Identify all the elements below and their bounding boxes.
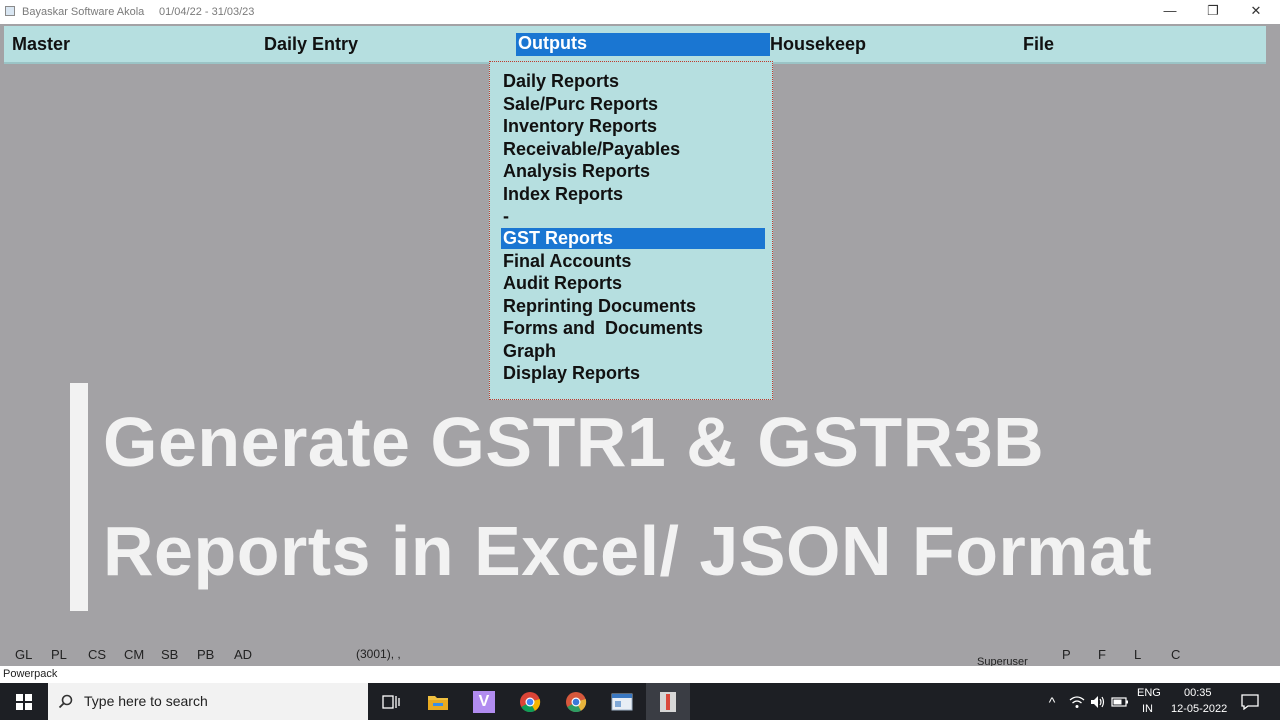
shortcut-cs[interactable]: CS xyxy=(88,647,106,662)
shortcut-pb[interactable]: PB xyxy=(197,647,214,662)
caption-line-2: Reports in Excel/ JSON Format xyxy=(103,512,1153,590)
menu-master[interactable]: Master xyxy=(12,34,70,54)
menu-outputs[interactable]: Outputs xyxy=(516,33,770,56)
status-bottom-bar: Powerpack xyxy=(0,666,1280,683)
menu-item-audit-reports[interactable]: Audit Reports xyxy=(501,273,765,294)
task-view-icon[interactable] xyxy=(372,683,410,720)
menu-daily-entry[interactable]: Daily Entry xyxy=(264,34,358,54)
menu-item-final-accounts[interactable]: Final Accounts xyxy=(501,251,765,272)
shortcut-cm[interactable]: CM xyxy=(124,647,144,662)
caption-accent-bar xyxy=(70,383,88,611)
shortcut-pl[interactable]: PL xyxy=(51,647,67,662)
menu-item-display-reports[interactable]: Display Reports xyxy=(501,363,765,384)
menu-item-reprinting-documents[interactable]: Reprinting Documents xyxy=(501,296,765,317)
windows-taskbar: Type here to search V ^ ENG IN 00:35 12-… xyxy=(0,683,1280,720)
tray-chevron-up-icon[interactable]: ^ xyxy=(1044,683,1060,720)
file-explorer-icon[interactable] xyxy=(418,683,458,720)
caption-line-1: Generate GSTR1 & GSTR3B xyxy=(103,403,1045,481)
clock-date[interactable]: 12-05-2022 xyxy=(1171,703,1227,715)
shortcut-gl[interactable]: GL xyxy=(15,647,32,662)
app-icon xyxy=(5,6,15,16)
restore-button[interactable]: ❐ xyxy=(1193,2,1233,22)
shortcut-ad[interactable]: AD xyxy=(234,647,252,662)
status-code: (3001), , xyxy=(356,647,401,661)
menu-item-receivable-payables[interactable]: Receivable/Payables xyxy=(501,139,765,160)
flag-p: P xyxy=(1062,647,1071,662)
window-title: Bayaskar Software Akola xyxy=(22,6,145,18)
menu-item-analysis-reports[interactable]: Analysis Reports xyxy=(501,161,765,182)
search-placeholder: Type here to search xyxy=(84,693,208,709)
volume-icon[interactable] xyxy=(1088,683,1108,720)
main-menubar: Master Daily Entry Outputs Housekeep Fil… xyxy=(4,26,1266,64)
menu-item-gst-reports[interactable]: GST Reports xyxy=(501,228,765,249)
window-titlebar: Bayaskar Software Akola 01/04/22 - 31/03… xyxy=(0,0,1280,24)
minimize-button[interactable]: — xyxy=(1150,2,1190,22)
shortcut-sb[interactable]: SB xyxy=(161,647,178,662)
flag-f: F xyxy=(1098,647,1106,662)
financial-year-range: 01/04/22 - 31/03/23 xyxy=(159,6,255,18)
menu-separator: - xyxy=(503,206,509,226)
chrome-canary-icon[interactable] xyxy=(556,683,596,720)
clock-time[interactable]: 00:35 xyxy=(1184,687,1212,699)
menu-file[interactable]: File xyxy=(1023,34,1054,54)
outputs-dropdown: Daily Reports Sale/Purc Reports Inventor… xyxy=(489,61,773,400)
notification-icon[interactable] xyxy=(1234,683,1266,720)
menu-housekeep[interactable]: Housekeep xyxy=(770,34,866,54)
menu-item-forms-and-documents[interactable]: Forms and Documents xyxy=(501,318,765,339)
menu-item-index-reports[interactable]: Index Reports xyxy=(501,184,765,205)
menu-item-sale-purc-reports[interactable]: Sale/Purc Reports xyxy=(501,94,765,115)
language-region[interactable]: IN xyxy=(1142,703,1153,715)
status-bottom-label: Powerpack xyxy=(3,668,58,680)
flag-l: L xyxy=(1134,647,1142,662)
battery-icon[interactable] xyxy=(1110,683,1130,720)
menu-item-daily-reports[interactable]: Daily Reports xyxy=(501,71,765,92)
app-window-icon[interactable] xyxy=(602,683,642,720)
status-user: Superuser xyxy=(977,656,1028,666)
windows-start-icon[interactable] xyxy=(0,683,48,720)
language-indicator[interactable]: ENG xyxy=(1137,687,1161,699)
menu-item-inventory-reports[interactable]: Inventory Reports xyxy=(501,116,765,137)
flag-c: C xyxy=(1171,647,1181,662)
visual-studio-icon[interactable]: V xyxy=(464,683,504,720)
menu-item-graph[interactable]: Graph xyxy=(501,341,765,362)
taskbar-search-box[interactable]: Type here to search xyxy=(48,683,368,720)
active-app-icon[interactable] xyxy=(646,683,690,720)
wifi-icon[interactable] xyxy=(1067,683,1087,720)
chrome-icon[interactable] xyxy=(510,683,550,720)
search-icon xyxy=(58,694,73,709)
close-button[interactable]: ✕ xyxy=(1236,2,1276,22)
